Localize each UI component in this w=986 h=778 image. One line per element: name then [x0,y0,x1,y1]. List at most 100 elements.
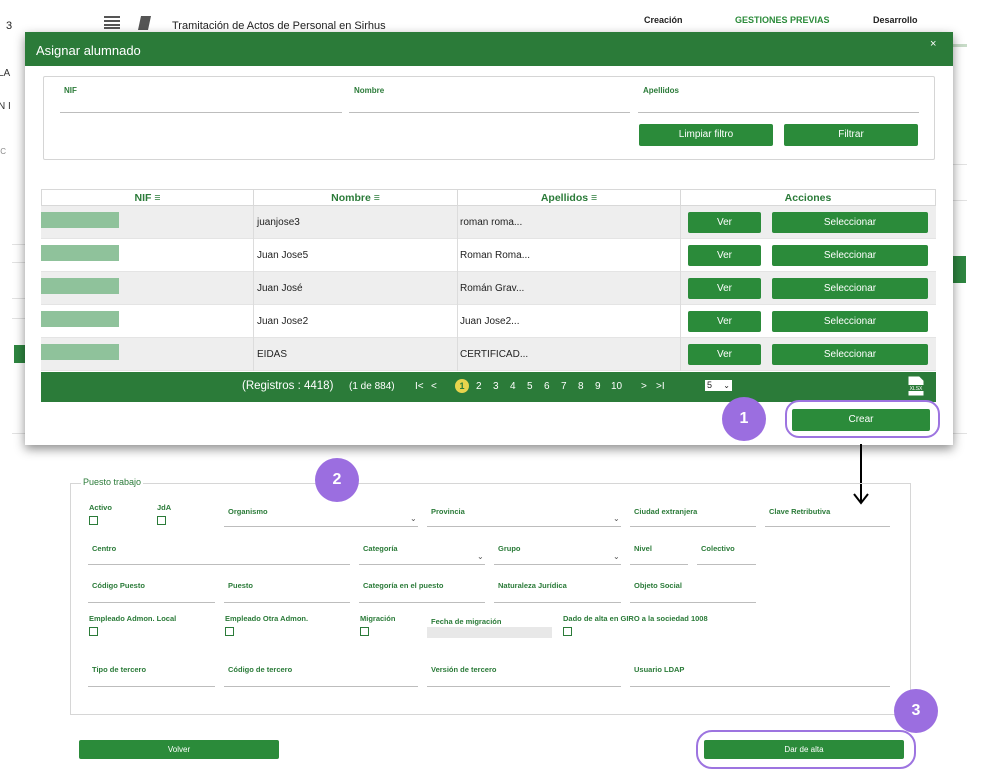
fecha-migracion-label: Fecha de migración [431,617,502,626]
apellidos-cell: Juan Jose2... [460,316,520,327]
nivel-input[interactable] [630,564,688,565]
clave-retributiva-input[interactable] [765,526,890,527]
page-button[interactable]: 8 [578,381,584,392]
nif-cell-redacted [41,278,119,294]
select-button[interactable]: Seleccionar [772,344,928,365]
ver-button[interactable]: Ver [688,245,761,266]
assign-students-modal: Asignar alumnado × NIF Nombre Apellidos … [25,32,953,445]
categoria-puesto-input[interactable] [359,602,485,603]
page-button[interactable]: 10 [611,381,622,392]
column-divider [457,338,458,371]
page-button[interactable]: 5 [527,381,533,392]
empleado-local-checkbox[interactable] [89,627,98,636]
jda-label: JdA [157,503,172,512]
sort-icon[interactable]: ≡ [591,192,597,204]
page-button[interactable]: 4 [510,381,516,392]
page-button[interactable]: 7 [561,381,567,392]
empleado-otra-label: Empleado Otra Admon. [225,614,309,623]
categoria-select[interactable] [359,564,485,565]
codigo-tercero-input[interactable] [224,686,418,687]
tipo-tercero-label: Tipo de tercero [92,665,147,674]
sort-icon[interactable]: ≡ [154,192,160,204]
column-divider [457,239,458,272]
close-icon[interactable]: × [930,38,936,50]
empleado-otra-checkbox[interactable] [225,627,234,636]
provincia-select[interactable] [427,526,621,527]
select-button[interactable]: Seleccionar [772,278,928,299]
first-page-button[interactable]: I< [415,381,424,392]
clear-filter-button[interactable]: Limpiar filtro [639,124,773,146]
column-divider [253,239,254,272]
codigo-puesto-input[interactable] [88,602,215,603]
last-page-button[interactable]: >I [656,381,665,392]
nav-creacion[interactable]: Creación [644,15,683,25]
nav-gestiones-previas[interactable]: GESTIONES PREVIAS [735,15,830,25]
back-button[interactable]: Volver [79,740,279,759]
modal-header: Asignar alumnado × [25,32,953,66]
dado-alta-checkbox[interactable] [563,627,572,636]
sort-icon[interactable]: ≡ [374,192,380,204]
ver-button[interactable]: Ver [688,212,761,233]
students-table: NIF ≡ Nombre ≡ Apellidos ≡ Acciones juan… [41,189,936,372]
nombre-cell: Juan Jose2 [257,316,309,327]
next-page-button[interactable]: > [641,381,647,392]
xlsx-export-icon[interactable]: XLSX [907,376,925,396]
nav-desarrollo[interactable]: Desarrollo [873,15,918,25]
filter-panel: NIF Nombre Apellidos Limpiar filtro Filt… [43,76,935,160]
nif-cell-redacted [41,311,119,327]
colectivo-input[interactable] [697,564,756,565]
prev-page-button[interactable]: < [431,381,437,392]
migracion-checkbox[interactable] [360,627,369,636]
chevron-down-icon: ⌄ [410,514,417,523]
ciudad-extranjera-label: Ciudad extranjera [634,507,698,516]
objeto-social-input[interactable] [630,602,756,603]
apellidos-cell: CERTIFICAD... [460,349,529,360]
nombre-filter-input[interactable] [349,96,630,113]
organismo-select[interactable] [224,526,418,527]
nombre-cell: juanjose3 [257,217,300,228]
jda-checkbox[interactable] [157,516,166,525]
column-header-nif[interactable]: NIF ≡ [41,189,254,206]
ver-button[interactable]: Ver [688,278,761,299]
ciudad-extranjera-input[interactable] [630,526,756,527]
column-divider [457,272,458,305]
naturaleza-juridica-input[interactable] [494,602,621,603]
page-button[interactable]: 3 [493,381,499,392]
select-button[interactable]: Seleccionar [772,311,928,332]
column-header-apellidos[interactable]: Apellidos ≡ [457,189,681,206]
filter-button[interactable]: Filtrar [784,124,918,146]
page-button[interactable]: 6 [544,381,550,392]
table-row: Juan José Román Grav... Ver Seleccionar [41,272,936,305]
column-divider [253,206,254,239]
ver-button[interactable]: Ver [688,311,761,332]
column-header-acciones: Acciones [680,189,936,206]
dado-alta-label: Dado de alta en GIRO a la sociedad 1008 [563,614,708,623]
nif-filter-input[interactable] [60,96,342,113]
column-divider [680,338,681,371]
select-button[interactable]: Seleccionar [772,212,928,233]
menu-icon[interactable] [104,16,120,29]
column-header-nombre[interactable]: Nombre ≡ [253,189,458,206]
centro-label: Centro [92,544,117,553]
fecha-migracion-input[interactable] [427,627,552,638]
background-green-button [952,256,966,283]
version-tercero-input[interactable] [427,686,621,687]
page-button-current[interactable]: 1 [455,379,469,393]
page-size-select[interactable]: 5 ⌄ [705,380,732,391]
centro-input[interactable] [88,564,350,565]
tipo-tercero-input[interactable] [88,686,215,687]
apellidos-filter-input[interactable] [638,96,919,113]
page-button[interactable]: 9 [595,381,601,392]
background-divider [12,262,26,263]
grupo-select[interactable] [494,564,621,565]
page-button[interactable]: 2 [476,381,482,392]
apellidos-filter-label: Apellidos [643,86,680,95]
fieldset-legend: Puesto trabajo [81,477,144,487]
activo-checkbox[interactable] [89,516,98,525]
codigo-tercero-label: Código de tercero [228,665,293,674]
ver-button[interactable]: Ver [688,344,761,365]
puesto-input[interactable] [224,602,350,603]
usuario-ldap-input[interactable] [630,686,890,687]
select-button[interactable]: Seleccionar [772,245,928,266]
nombre-cell: Juan José [257,283,303,294]
